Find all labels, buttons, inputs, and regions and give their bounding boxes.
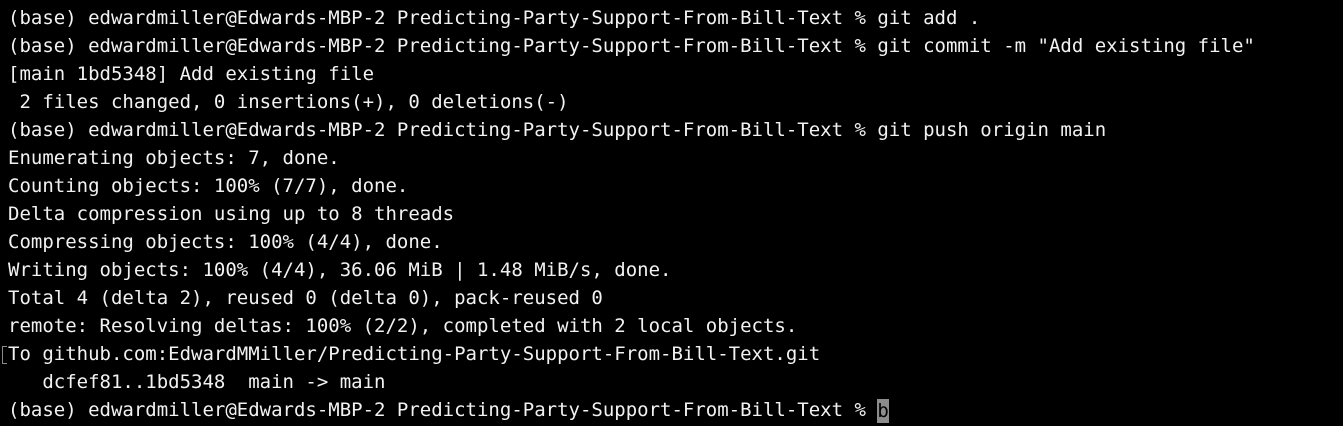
command-input-cursor[interactable]: b [877, 398, 889, 423]
output-line: Delta compression using up to 8 threads [8, 203, 455, 225]
output-line: remote: Resolving deltas: 100% (2/2), co… [8, 315, 798, 337]
output-line: Counting objects: 100% (7/7), done. [8, 175, 409, 197]
output-line: Enumerating objects: 7, done. [8, 147, 340, 169]
prompt-line[interactable]: (base) edwardmiller@Edwards-MBP-2 Predic… [8, 396, 1343, 424]
output-line: To github.com:EdwardMMiller/Predicting-P… [2, 340, 1343, 368]
output-line: dcfef81..1bd5348 main -> main [8, 371, 386, 393]
output-line: Total 4 (delta 2), reused 0 (delta 0), p… [8, 287, 603, 309]
output-line: [main 1bd5348] Add existing file [8, 63, 375, 85]
output-line: Writing objects: 100% (4/4), 36.06 MiB |… [8, 259, 672, 281]
shell-prompt: (base) edwardmiller@Edwards-MBP-2 Predic… [8, 399, 878, 421]
output-line: 2 files changed, 0 insertions(+), 0 dele… [8, 91, 569, 113]
output-line: (base) edwardmiller@Edwards-MBP-2 Predic… [8, 35, 1255, 57]
output-line: (base) edwardmiller@Edwards-MBP-2 Predic… [8, 7, 981, 29]
terminal-window[interactable]: (base) edwardmiller@Edwards-MBP-2 Predic… [0, 0, 1343, 426]
output-line: Compressing objects: 100% (4/4), done. [8, 231, 443, 253]
output-line: (base) edwardmiller@Edwards-MBP-2 Predic… [8, 119, 1107, 141]
